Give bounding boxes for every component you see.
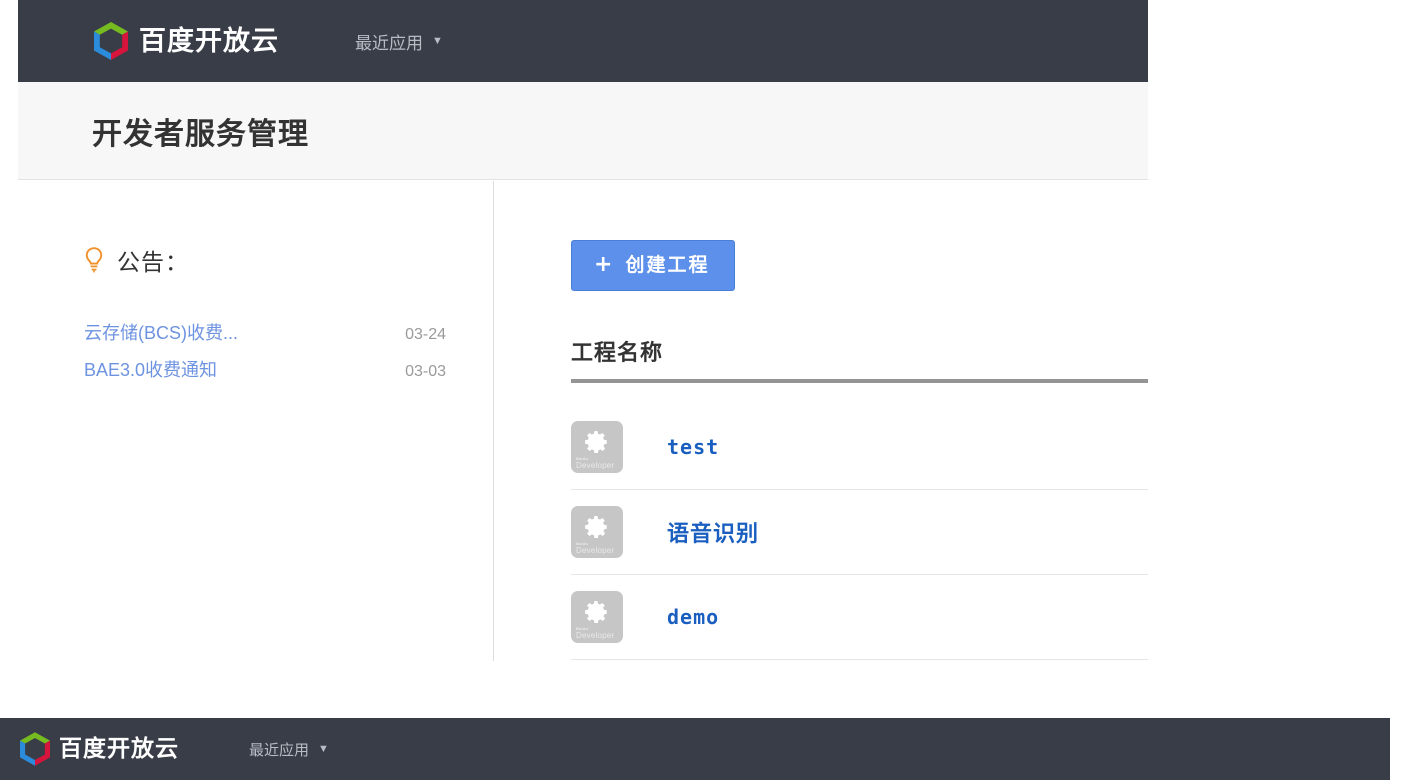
project-name-link[interactable]: test [667,435,719,459]
gear-icon [585,600,607,624]
page-title-band: 开发者服务管理 [18,82,1148,180]
project-name-link[interactable]: 语音识别 [667,516,759,548]
baidu-cloud-hexagon-logo-icon [20,732,50,766]
chevron-down-icon: ▼ [432,34,443,47]
announcement-item[interactable]: 云存储(BCS)收费... 03-24 [84,319,446,345]
bottom-navigation-bar: 百度开放云 最近应用 ▼ [0,718,1390,780]
brand-logo-link[interactable]: 百度开放云 [94,22,279,60]
announcement-title: 云存储(BCS)收费... [84,323,239,343]
project-icon-caption-main: Developer [576,545,615,555]
page-title: 开发者服务管理 [92,116,309,152]
projects-column-header: 工程名称 [571,341,664,366]
project-icon-caption: Baidu Developer [576,627,620,640]
project-icon-caption: Baidu Developer [576,542,620,555]
lightbulb-icon [85,247,103,273]
project-app-icon: Baidu Developer [571,591,623,643]
announcements-heading: 公告： [84,243,189,277]
top-navigation-bar: 百度开放云 最近应用 ▼ [18,0,1148,82]
announcements-list: 云存储(BCS)收费... 03-24 BAE3.0收费通知 03-03 [84,319,446,393]
announcement-date: 03-24 [405,326,446,343]
bottom-brand-logo-link[interactable]: 百度开放云 [20,732,179,766]
bottom-brand-name: 百度开放云 [59,735,179,762]
chevron-down-icon: ▼ [318,742,329,755]
announcement-date: 03-03 [405,363,446,380]
announcement-item[interactable]: BAE3.0收费通知 03-03 [84,356,446,382]
nav-recent-apps-label: 最近应用 [355,33,423,53]
create-project-label: 创建工程 [625,253,710,276]
project-icon-caption: Baidu Developer [576,457,620,470]
brand-name: 百度开放云 [139,25,279,57]
create-project-button[interactable]: + 创建工程 [571,240,736,291]
project-app-icon: Baidu Developer [571,506,623,558]
projects-table-body: Baidu Developer test Baidu Developer 语音识… [571,405,1148,660]
announcements-sidebar: 公告： 云存储(BCS)收费... 03-24 BAE3.0收费通知 03-03 [18,181,494,661]
projects-panel: + 创建工程 工程名称 Baidu Developer test Baidu D… [495,181,1148,690]
primary-browser-window: 百度开放云 最近应用 ▼ 开发者服务管理 公告： 云存储(BCS)收费... 0… [18,0,1148,690]
announcement-title: BAE3.0收费通知 [84,360,218,380]
table-row[interactable]: Baidu Developer 语音识别 [571,490,1148,575]
nav-recent-apps-menu[interactable]: 最近应用 ▼ [355,29,443,54]
project-app-icon: Baidu Developer [571,421,623,473]
bottom-nav-recent-apps-label: 最近应用 [249,741,310,759]
projects-header-rule [571,379,1148,383]
baidu-cloud-hexagon-logo-icon [94,22,128,60]
gear-icon [585,430,607,454]
secondary-browser-window: 百度开放云 最近应用 ▼ [0,718,1390,780]
plus-icon: + [594,252,615,277]
project-name-link[interactable]: demo [667,605,719,629]
table-row[interactable]: Baidu Developer test [571,405,1148,490]
project-icon-caption-main: Developer [576,460,615,470]
bottom-nav-recent-apps-menu[interactable]: 最近应用 ▼ [249,739,329,760]
project-icon-caption-main: Developer [576,630,615,640]
page-body: 公告： 云存储(BCS)收费... 03-24 BAE3.0收费通知 03-03… [18,181,1148,690]
projects-table-header: 工程名称 [571,335,1148,383]
table-row[interactable]: Baidu Developer demo [571,575,1148,660]
gear-icon [585,515,607,539]
announcements-heading-label: 公告： [117,249,189,275]
